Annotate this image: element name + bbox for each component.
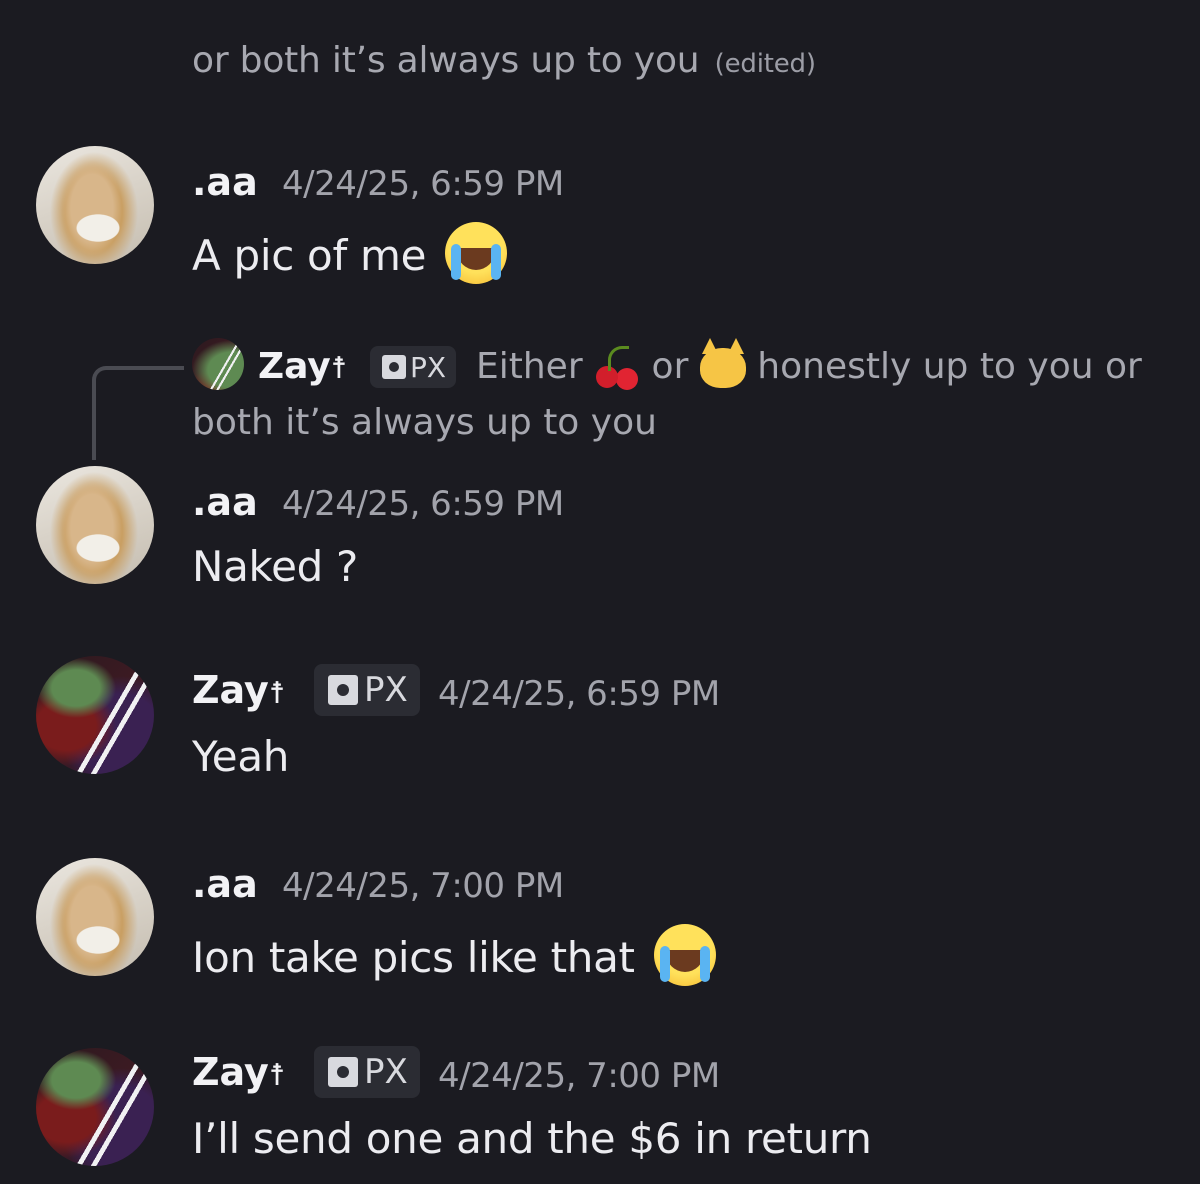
message-text: Naked ? — [192, 542, 359, 591]
reply-avatar[interactable] — [192, 338, 244, 390]
message-text: or both it’s always up to you — [192, 40, 700, 81]
author-name[interactable]: .aa — [192, 160, 258, 204]
avatar[interactable] — [36, 656, 154, 774]
server-tag[interactable]: PX — [314, 1046, 420, 1098]
message-continuation: or both it’s always up to you (edited) — [192, 40, 816, 81]
message-text-row: A pic of me — [192, 222, 508, 284]
timestamp: 4/24/25, 7:00 PM — [438, 1056, 720, 1096]
avatar[interactable] — [36, 146, 154, 264]
tag-label: PX — [410, 350, 447, 384]
tag-icon — [328, 675, 358, 705]
avatar[interactable] — [36, 466, 154, 584]
server-tag[interactable]: PX — [314, 664, 420, 716]
tag-icon — [328, 1057, 358, 1087]
cat-face-icon — [699, 338, 746, 388]
cross-icon: ☨ — [268, 1058, 286, 1093]
cherries-icon — [594, 346, 640, 392]
loudly-crying-face-icon — [653, 924, 716, 986]
reply-preview-text-line2[interactable]: both it’s always up to you — [192, 402, 657, 443]
cross-icon: ☨ — [330, 351, 348, 386]
message-text: A pic of me — [192, 231, 427, 280]
avatar[interactable] — [36, 858, 154, 976]
author-name[interactable]: .aa — [192, 862, 258, 906]
timestamp: 4/24/25, 6:59 PM — [282, 164, 564, 204]
reply-preview-text[interactable]: Either or honestly up to you or — [476, 338, 1142, 392]
timestamp: 4/24/25, 6:59 PM — [438, 674, 720, 714]
timestamp: 4/24/25, 6:59 PM — [282, 484, 564, 524]
loudly-crying-face-icon — [445, 222, 508, 284]
timestamp: 4/24/25, 7:00 PM — [282, 866, 564, 906]
tag-icon — [382, 355, 406, 379]
tag-label: PX — [364, 670, 408, 710]
message-text-row: Ion take pics like that — [192, 924, 716, 986]
author-name[interactable]: Zay☨ — [192, 1050, 285, 1094]
message-text: I’ll send one and the $6 in return — [192, 1114, 872, 1163]
message-text: Yeah — [192, 732, 290, 781]
edited-label: (edited) — [714, 49, 816, 79]
reply-connector — [92, 366, 184, 460]
tag-label: PX — [364, 1052, 408, 1092]
reply-server-tag[interactable]: PX — [370, 346, 457, 388]
author-name[interactable]: .aa — [192, 480, 258, 524]
avatar[interactable] — [36, 1048, 154, 1166]
author-name[interactable]: Zay☨ — [192, 668, 285, 712]
cross-icon: ☨ — [268, 676, 286, 711]
reply-author[interactable]: Zay☨ — [258, 346, 347, 387]
message-text: Ion take pics like that — [192, 933, 635, 982]
